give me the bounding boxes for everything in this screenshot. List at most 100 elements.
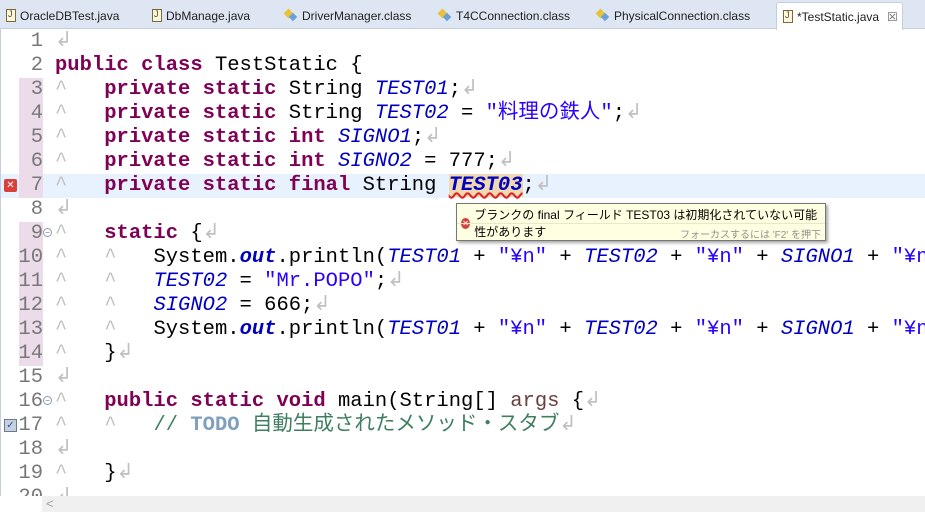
code-token: "Mr.POPO" [264,270,375,293]
end-of-line-marker: ↲ [116,342,134,365]
line-number: 16 [18,390,43,413]
code-token: "料理の鉄人" [485,102,613,125]
code-line[interactable]: ✓ 17 ^ ^ // TODO 自動生成されたメソッド・スタブ↲ [1,414,925,438]
code-line[interactable]: 4 ^ private static String TEST02 = "料理の鉄人… [1,102,925,126]
line-number: 12 [18,294,43,317]
code-token: ; [612,102,626,125]
code-line[interactable]: 16− ^ public static void main(String[] ar… [1,390,925,414]
code-line[interactable]: 10 ^ ^ System.out.println(TEST01 + "¥n" +… [1,246,925,270]
end-of-line-marker: ↲ [424,126,442,149]
code-line[interactable]: 13 ^ ^ System.out.println(TEST01 + "¥n" +… [1,318,925,342]
code-token: + [547,318,585,341]
code-line[interactable]: 6 ^ private static int SIGNO2 = 777;↲ [1,150,925,174]
code-token: TEST01 [387,246,461,269]
code-token: + [547,246,585,269]
end-of-line-marker: ↲ [534,174,553,197]
tab-whitespace-marker: ^ [104,246,154,269]
code-token: + [461,318,498,341]
tab-dbmanage-java[interactable]: DbManage.java [146,3,250,28]
code-text: ^ }↲ [55,462,134,486]
tab-whitespace-marker: ^ [104,294,154,317]
code-text: ^ ^ // TODO 自動生成されたメソッド・スタブ↲ [55,414,577,438]
tab-whitespace-marker: ^ [104,270,154,293]
line-number: 2 [30,54,43,77]
tab-label: OracleDBTest.java [20,8,120,23]
class-file-icon [596,9,610,22]
tab-whitespace-marker: ^ [55,462,105,485]
tab-whitespace-marker: ^ [55,78,105,101]
collapse-fold-icon[interactable]: − [43,396,52,405]
line-number: 6 [30,150,43,173]
code-token: + [461,246,498,269]
code-token: SIGNO1 [338,126,412,149]
line-number: 5 [30,126,43,149]
code-token: + [657,246,695,269]
code-line[interactable]: 2 public class TestStatic { [1,54,925,78]
code-token: "¥n" [891,318,925,341]
code-line[interactable]: 12 ^ ^ SIGNO2 = 666;↲ [1,294,925,318]
horizontal-scrollbar[interactable]: < [42,496,925,512]
code-text: ^ ^ System.out.println(TEST01 + "¥n" + T… [55,318,925,342]
code-text: ↲ [55,366,72,390]
end-of-line-marker: ↲ [55,438,73,461]
class-file-icon [284,9,298,22]
scroll-left-icon[interactable]: < [46,496,54,512]
code-text: ↲ [55,486,72,496]
editor-tab-bar: OracleDBTest.java DbManage.java DriverMana… [0,0,925,30]
code-line[interactable]: 11 ^ ^ TEST02 = "Mr.POPO";↲ [1,270,925,294]
tab-whitespace-marker: ^ [55,318,105,341]
code-text: ^ private static int SIGNO1;↲ [55,126,441,150]
code-editor[interactable]: 1 ↲ 2 public class TestStatic {3 ^ private s… [0,29,925,496]
code-token: TEST02 [374,102,449,125]
code-text: ^ private static int SIGNO2 = 777;↲ [55,150,515,174]
code-line[interactable]: 14 ^ }↲ [1,342,925,366]
line-number: 10 [18,246,43,269]
tab-t4cconnection-class[interactable]: T4CConnection.class [432,3,570,28]
tab-whitespace-marker: ^ [55,414,105,437]
tooltip-focus-hint[interactable]: フォーカスするには 'F2' を押下 [680,226,821,241]
end-of-line-marker: ↲ [55,198,73,221]
code-token: ; [448,78,462,101]
code-line[interactable]: ✕ 7 ^ private static final String TEST03;↲ [1,174,925,198]
tab-label: *TestStatic.java [797,9,880,24]
code-token: private [104,78,191,101]
code-line[interactable]: 1 ↲ [1,30,925,54]
tab-physicalconnection-class[interactable]: PhysicalConnection.class [590,3,750,28]
code-line[interactable]: 19 ^ }↲ [1,462,925,486]
close-tab-icon[interactable]: ☒ [887,10,898,24]
code-text: ^ private static String TEST02 = "料理の鉄人"… [55,102,642,126]
tab-label: DriverManager.class [302,8,412,23]
tab-drivermanager-class[interactable]: DriverManager.class [278,3,411,28]
code-token: System. [153,246,240,269]
tab-teststatic-java[interactable]: *TestStatic.java ☒ [776,2,903,30]
code-line[interactable]: 20 ↲ [1,486,925,496]
code-token: out [239,246,277,269]
code-token: TEST02 [584,246,658,269]
collapse-fold-icon[interactable]: − [43,228,52,237]
line-number: 13 [18,318,43,341]
code-token: String [350,174,449,197]
code-token: out [239,318,277,341]
tab-whitespace-marker: ^ [55,294,105,317]
code-line[interactable]: 18 ↲ [1,438,925,462]
code-text: ^ ^ SIGNO2 = 666;↲ [55,294,331,318]
code-token: SIGNO2 [153,294,228,317]
tab-label: PhysicalConnection.class [614,8,751,23]
code-line[interactable]: 3 ^ private static String TEST01;↲ [1,78,925,102]
code-token: TEST02 [584,318,658,341]
tab-oracledbtest-java[interactable]: OracleDBTest.java [0,3,119,28]
code-token: private [104,150,191,173]
code-token: static [104,222,179,245]
code-line[interactable]: 5 ^ private static int SIGNO1;↲ [1,126,925,150]
code-line[interactable]: 15 ↲ [1,366,925,390]
tab-whitespace-marker: ^ [55,342,105,365]
code-token: = 666; [227,294,314,317]
code-token: = [448,102,486,125]
code-token: static [202,102,277,125]
code-token: static [202,78,277,101]
